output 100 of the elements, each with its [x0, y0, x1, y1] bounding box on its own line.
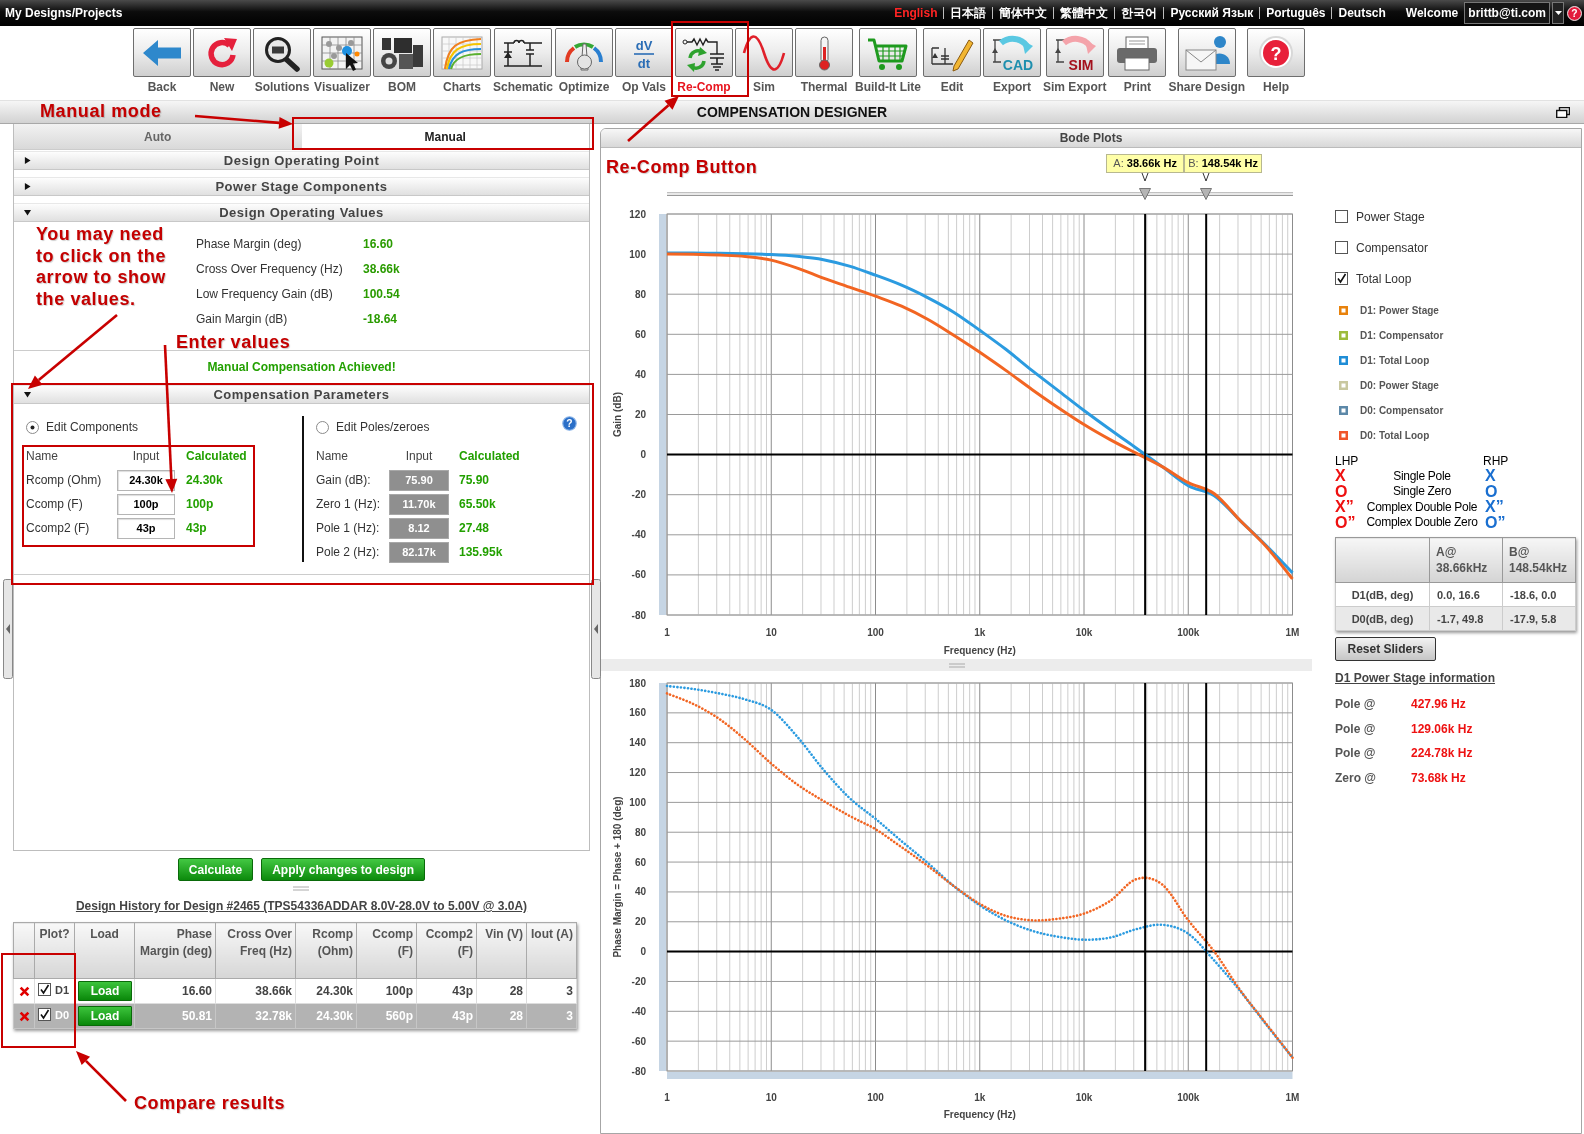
info-label: Pole @ — [1335, 697, 1377, 712]
checkbox[interactable] — [38, 1008, 51, 1021]
toolbar-button[interactable]: Re-Comp — [675, 28, 734, 94]
magnifier-icon — [253, 28, 311, 77]
input-field[interactable]: 43p — [117, 517, 175, 539]
column-header: Input — [404, 449, 434, 463]
info-value: 129.06k Hz — [1411, 721, 1473, 736]
checkbox[interactable] — [1335, 210, 1348, 223]
calculated-value: 65.50k — [458, 497, 497, 511]
calculated-value: 100p — [185, 497, 215, 511]
table-header-cell — [13, 922, 35, 979]
toolbar-button[interactable]: Edit — [923, 28, 982, 94]
toolbar-button[interactable]: Back — [133, 28, 191, 94]
checkbox-label[interactable]: Compensator — [1356, 240, 1429, 255]
input-field[interactable]: 100p — [117, 493, 175, 515]
thermometer-icon — [795, 28, 854, 77]
info-link[interactable]: D1 Power Stage information — [1335, 671, 1581, 685]
language-link[interactable]: 한국어 — [1114, 7, 1164, 19]
toolbar-button[interactable]: New — [193, 28, 251, 94]
checkbox-label[interactable]: Total Loop — [1356, 271, 1412, 286]
user-menu-button[interactable]: brittb@ti.com — [1464, 2, 1550, 24]
tab[interactable]: Auto — [14, 124, 302, 150]
key-label: Single Pole — [1392, 468, 1452, 483]
input-field[interactable]: 24.30k — [117, 469, 175, 491]
checkbox[interactable] — [1335, 241, 1348, 254]
restore-window-icon[interactable] — [1556, 107, 1570, 118]
language-link[interactable]: 繁體中文 — [1053, 7, 1115, 19]
toolbar-button[interactable]: Share Design — [1168, 28, 1246, 94]
language-link[interactable]: Deutsch — [1331, 7, 1392, 19]
axis-tick-label: 100k — [1177, 627, 1200, 638]
grip-icon[interactable] — [293, 886, 309, 891]
section-header[interactable]: Design Operating Values — [14, 203, 589, 222]
language-link[interactable]: 日本語 — [943, 7, 993, 19]
pole-zero-symbol: X — [1484, 468, 1497, 484]
toolbar-button[interactable]: CAD Export — [983, 28, 1042, 94]
splitter-handle[interactable] — [3, 579, 13, 679]
toolbar-button[interactable]: Charts — [433, 28, 491, 94]
splitter-handle[interactable] — [591, 579, 601, 679]
calculated-value: 75.90 — [458, 473, 491, 487]
help-icon[interactable]: ? — [1567, 5, 1582, 21]
pole-zero-symbol: O” — [1484, 514, 1507, 530]
toolbar-button[interactable]: Schematic — [493, 28, 554, 94]
axis-tick-label: 140 — [629, 737, 646, 749]
section-header[interactable]: Power Stage Components — [14, 177, 589, 196]
sim-export-icon: SIM — [1045, 28, 1104, 77]
table-cell: 100p — [356, 978, 417, 1004]
language-link[interactable]: English — [888, 7, 944, 19]
reset-sliders-button[interactable]: Reset Sliders — [1335, 637, 1436, 661]
slider-thumb[interactable] — [1139, 188, 1152, 200]
language-link[interactable]: Português — [1259, 7, 1332, 19]
language-link[interactable]: 簡体中文 — [992, 7, 1054, 19]
section-header[interactable]: Design Operating Point — [14, 151, 589, 170]
dropdown-button[interactable] — [1552, 2, 1564, 24]
help-icon[interactable]: ? — [562, 416, 577, 431]
table-cell: 50.81 — [134, 1003, 216, 1029]
checkbox[interactable] — [38, 983, 51, 996]
section-header[interactable]: Compensation Parameters — [14, 385, 589, 404]
radio-button[interactable] — [26, 420, 39, 434]
radio-label[interactable]: Edit Components — [46, 420, 139, 434]
axis-tick-label: 60 — [634, 328, 646, 340]
toolbar-button[interactable]: Thermal — [795, 28, 854, 94]
toolbar-button[interactable]: Optimize — [555, 28, 614, 94]
checkbox-label[interactable]: Power Stage — [1356, 209, 1425, 224]
delete-icon[interactable] — [18, 985, 30, 997]
info-value: 73.68k Hz — [1411, 770, 1467, 785]
row-label: Gain (dB): — [316, 473, 372, 487]
table-cell: 3 — [526, 978, 577, 1004]
axis-title: Frequency (Hz) — [943, 645, 1016, 656]
grip-icon[interactable] — [948, 662, 965, 668]
axis-title: Gain (dB) — [612, 392, 623, 437]
radio-button[interactable] — [316, 420, 329, 434]
toolbar-button[interactable]: BOM — [373, 28, 431, 94]
projects-link[interactable]: My Designs/Projects — [5, 6, 123, 20]
calculated-value: 135.95k — [458, 545, 504, 559]
printer-icon — [1108, 28, 1167, 77]
sine-wave-icon — [735, 28, 794, 77]
checkbox[interactable] — [1335, 272, 1348, 285]
delete-icon[interactable] — [18, 1010, 30, 1022]
field-value: 16.60 — [363, 236, 395, 251]
toolbar-button[interactable]: Print — [1108, 28, 1167, 94]
gauge-icon — [555, 28, 614, 77]
history-row[interactable]: D1 Load 16.60 38.66k 24.30k 100p 43p 28 3 — [13, 978, 577, 1004]
field-value: 100.54 — [363, 286, 400, 301]
pole-zero-symbol: O — [1335, 483, 1349, 499]
slider-thumb[interactable] — [1200, 188, 1213, 200]
toolbar-button[interactable]: SIM Sim Export — [1043, 28, 1107, 94]
annotation-text: Enter values — [176, 331, 291, 353]
toolbar-button[interactable]: Visualizer — [313, 28, 371, 94]
column-header: Calculated — [458, 449, 520, 463]
language-link[interactable]: Русский Язык — [1163, 7, 1260, 19]
toolbar-button[interactable]: Build-It Lite — [855, 28, 922, 94]
history-link[interactable]: Design History for Design #2465 (TPS54336ADDAR 8.0V-28.0V to 5.00V @ 3.0A) — [13, 899, 590, 913]
axis-tick-label: 1M — [1285, 1092, 1300, 1103]
toolbar-button[interactable]: Solutions — [253, 28, 311, 94]
toolbar-button[interactable]: ? Help — [1247, 28, 1306, 94]
toolbar-button[interactable]: Sim — [735, 28, 794, 94]
table-cell: 38.66k — [215, 978, 296, 1004]
cad-export-icon: CAD — [983, 28, 1042, 77]
toolbar-button[interactable]: dV dt Op Vals — [615, 28, 674, 94]
radio-label[interactable]: Edit Poles/zeroes — [336, 420, 430, 434]
